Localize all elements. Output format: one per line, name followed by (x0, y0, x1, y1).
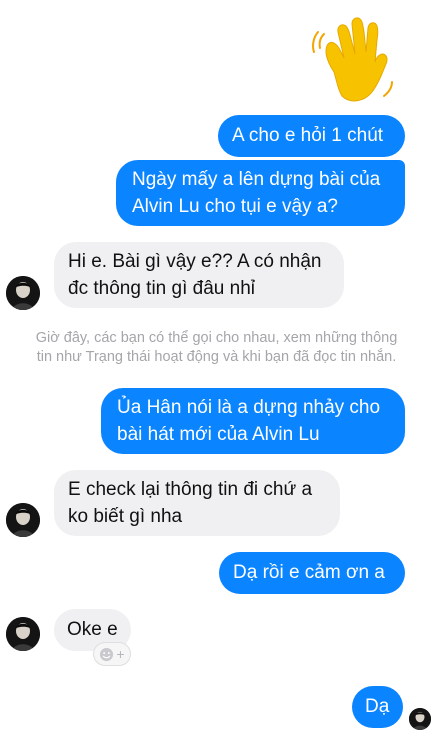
outgoing-message[interactable]: Dạ rồi e cảm ơn a (219, 552, 405, 594)
plus-icon: + (116, 646, 125, 662)
message-text: Dạ rồi e cảm ơn a (233, 562, 385, 583)
add-reaction-button[interactable]: + (93, 642, 131, 666)
call-feature-notice: Giờ đây, các bạn có thể gọi cho nhau, xe… (35, 330, 398, 365)
contact-avatar[interactable] (6, 503, 40, 537)
message-text: E check lại thông tin đi chứ a (68, 479, 313, 500)
seen-receipt-avatar (409, 708, 431, 730)
outgoing-message[interactable]: A cho e hỏi 1 chút (218, 115, 405, 157)
smiley-icon (100, 647, 114, 661)
message-text: Alvin Lu cho tụi e vậy a? (132, 196, 338, 217)
message-text: Oke e (67, 619, 118, 640)
message-text: A cho e hỏi 1 chút (232, 125, 384, 146)
message-text: Ủa Hân nói là a dựng nhảy cho (117, 397, 381, 418)
contact-avatar[interactable] (6, 617, 40, 651)
message-text: Ngày mấy a lên dựng bài của (132, 169, 381, 190)
incoming-message[interactable]: Hi e. Bài gì vậy e?? A có nhận đc thông … (54, 242, 344, 308)
message-text: Dạ (365, 696, 390, 717)
outgoing-message[interactable]: Dạ (352, 686, 403, 728)
message-text: đc thông tin gì đâu nhỉ (68, 278, 255, 299)
incoming-message[interactable]: E check lại thông tin đi chứ a ko biết g… (54, 470, 340, 536)
message-text: bài hát mới của Alvin Lu (117, 424, 320, 445)
outgoing-message[interactable]: Ủa Hân nói là a dựng nhảy cho bài hát mớ… (101, 388, 405, 454)
contact-avatar[interactable] (6, 276, 40, 310)
waving-hand-sticker (312, 17, 393, 102)
outgoing-message[interactable]: Ngày mấy a lên dựng bài của Alvin Lu cho… (116, 160, 405, 226)
message-text: Hi e. Bài gì vậy e?? A có nhận (68, 251, 322, 272)
message-text: ko biết gì nha (68, 506, 183, 527)
